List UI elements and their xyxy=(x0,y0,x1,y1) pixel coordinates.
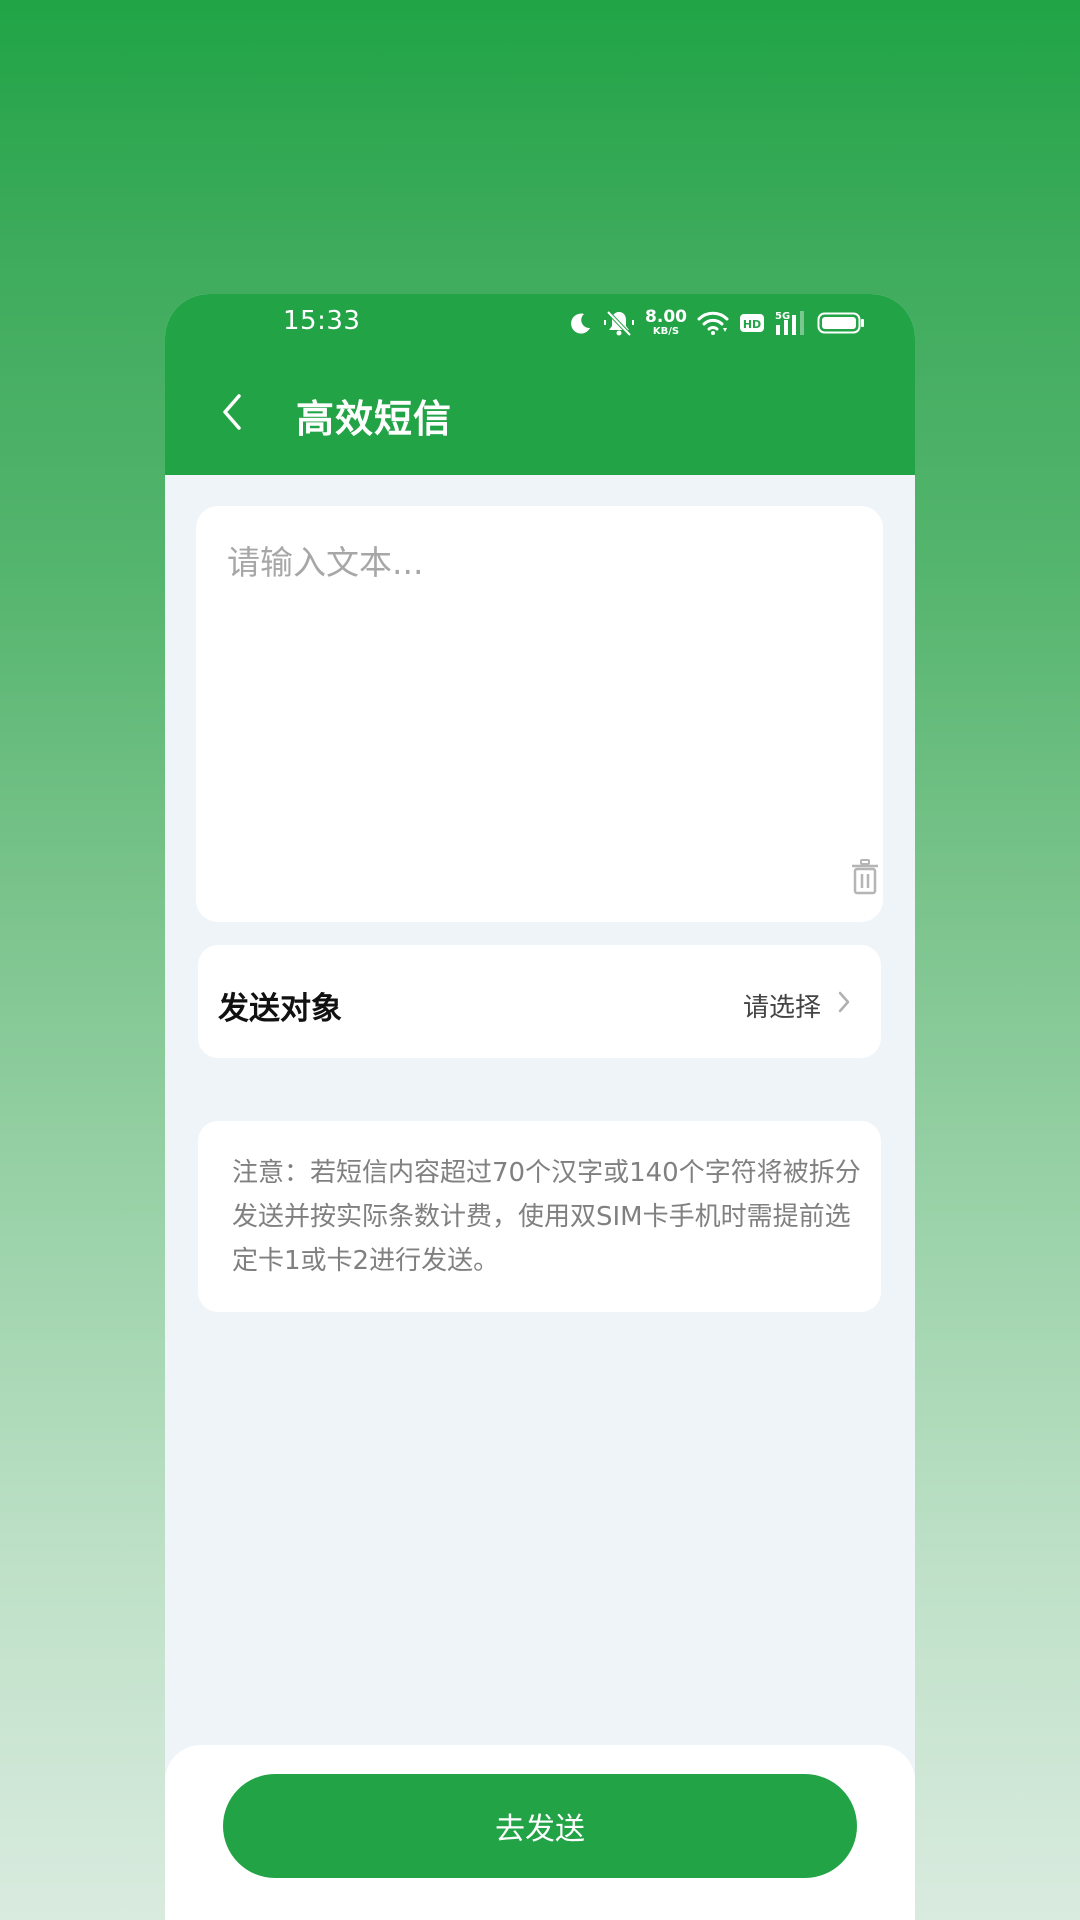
recipient-label: 发送对象 xyxy=(218,991,342,1027)
page-title: 高效短信 xyxy=(296,397,453,441)
status-time: 15:33 xyxy=(283,306,361,336)
send-button[interactable]: 去发送 xyxy=(223,1774,857,1878)
battery-icon xyxy=(817,312,864,334)
trash-icon[interactable] xyxy=(851,859,879,895)
moon-icon xyxy=(571,313,591,334)
net-speed-unit: KB/S xyxy=(652,326,680,337)
net-speed-value: 8.00 xyxy=(645,307,687,327)
message-card xyxy=(196,506,883,922)
signal-5g-icon: 5G xyxy=(775,311,804,335)
status-icons: 8.00 KB/S HD 5G xyxy=(569,306,865,340)
net-speed: 8.00 KB/S xyxy=(645,309,687,337)
chevron-right-icon xyxy=(838,991,850,1013)
recipient-selector[interactable]: 发送对象 请选择 xyxy=(198,945,881,1058)
hd-label: HD xyxy=(743,318,761,331)
notice-text: 注意：若短信内容超过70个汉字或140个字符将被拆分发送并按实际条数计费，使用双… xyxy=(232,1158,861,1276)
notice-card: 注意：若短信内容超过70个汉字或140个字符将被拆分发送并按实际条数计费，使用双… xyxy=(198,1121,881,1312)
message-input[interactable] xyxy=(227,536,827,836)
hd-icon: HD xyxy=(740,314,764,332)
mute-icon xyxy=(604,310,635,337)
recipient-value: 请选择 xyxy=(742,993,821,1023)
bottom-bar: 去发送 xyxy=(165,1745,915,1920)
back-button[interactable] xyxy=(217,392,251,432)
app-header: 15:33 8.00 KB/S HD 5G 高效短信 xyxy=(165,294,915,475)
wifi-icon xyxy=(697,311,729,335)
app-screen: 15:33 8.00 KB/S HD 5G 高效短信 请输入文本... 发送对象… xyxy=(165,294,915,1920)
